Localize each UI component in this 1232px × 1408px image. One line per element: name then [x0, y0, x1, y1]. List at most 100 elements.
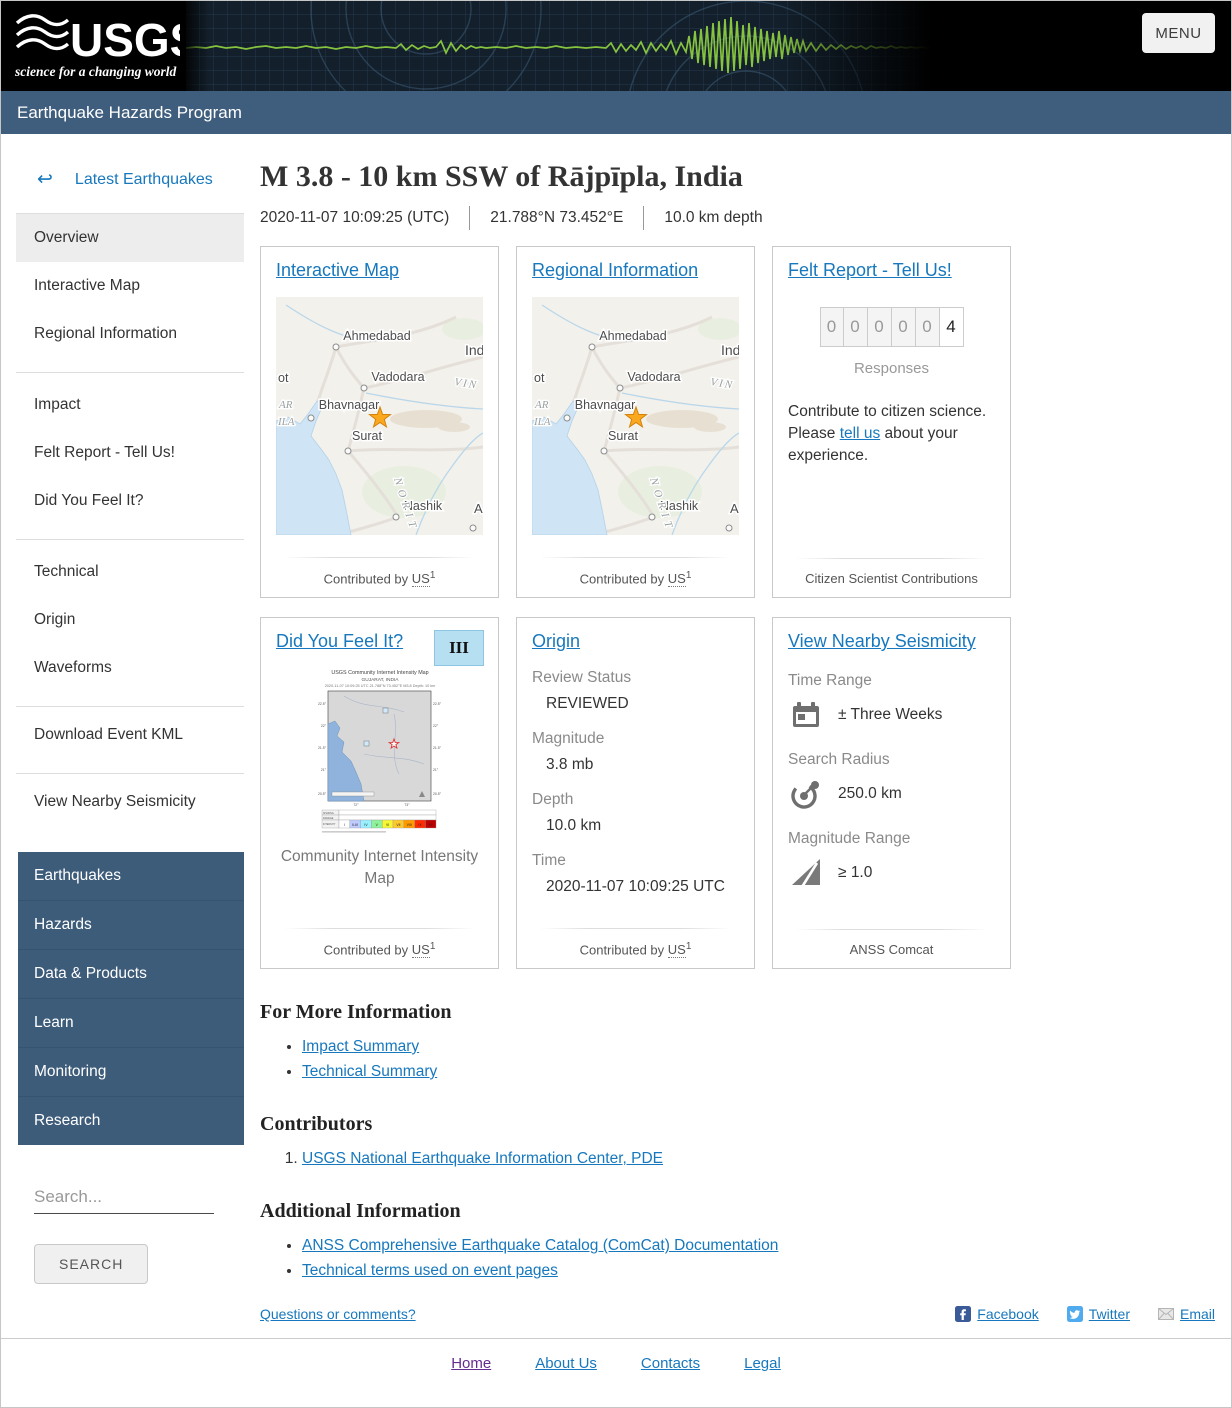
sidebar-item-interactive-map[interactable]: Interactive Map — [16, 262, 244, 310]
contributors-heading: Contributors — [260, 1113, 373, 1135]
calendar-icon — [793, 702, 819, 727]
list-item: Technical terms used on event pages — [302, 1262, 1215, 1280]
comcat-documentation-link[interactable]: ANSS Comprehensive Earthquake Catalog (C… — [302, 1237, 778, 1254]
divider — [469, 206, 471, 230]
card-footer: Contributed by US1 — [276, 557, 483, 587]
region-map-image — [532, 297, 739, 535]
sidebar-item-felt-report[interactable]: Felt Report - Tell Us! — [16, 429, 244, 477]
footer-legal-link[interactable]: Legal — [744, 1355, 781, 1372]
facebook-link[interactable]: Facebook — [955, 1306, 1039, 1322]
dyfi-caption: Community Internet Intensity Map — [280, 848, 479, 887]
page-bottom-row: Questions or comments? Facebook Twitter … — [260, 1306, 1215, 1322]
footer-about-us-link[interactable]: About Us — [535, 1355, 597, 1372]
card-footer: Contributed by US1 — [276, 928, 483, 958]
technical-summary-link[interactable]: Technical Summary — [302, 1063, 437, 1080]
divider — [16, 773, 244, 774]
back-to-latest-earthquakes-link[interactable]: ↩ Latest Earthquakes — [1, 160, 244, 199]
contributor-us-link[interactable]: US — [667, 942, 686, 958]
magnitude-range-row: ≥ 1.0 — [790, 857, 995, 889]
event-time: 2020-11-07 10:09:25 (UTC) — [260, 209, 450, 226]
event-coordinates: 21.788°N 73.452°E — [490, 209, 624, 226]
nav-item-earthquakes[interactable]: Earthquakes — [18, 852, 244, 900]
menu-button[interactable]: MENU — [1142, 13, 1215, 53]
sidebar-item-technical[interactable]: Technical — [16, 548, 244, 596]
sidebar-item-impact[interactable]: Impact — [16, 381, 244, 429]
divider — [16, 539, 244, 540]
nav-item-monitoring[interactable]: Monitoring — [18, 1047, 244, 1096]
region-map-image — [276, 297, 483, 535]
contributor-us-link[interactable]: US — [411, 571, 430, 587]
responses-label: Responses — [853, 360, 930, 377]
search-input[interactable] — [34, 1183, 214, 1214]
nav-item-hazards[interactable]: Hazards — [18, 900, 244, 949]
nav-item-research[interactable]: Research — [18, 1096, 244, 1145]
contributor-us-link[interactable]: US — [411, 942, 430, 958]
did-you-feel-it-link[interactable]: Did You Feel It? — [276, 631, 403, 651]
footer-home-link[interactable]: Home — [451, 1355, 491, 1372]
magnitude-triangle-icon — [792, 859, 820, 888]
interactive-map-link[interactable]: Interactive Map — [276, 260, 399, 280]
sidebar-item-regional-information[interactable]: Regional Information — [16, 310, 244, 358]
sidebar-item-view-nearby-seismicity[interactable]: View Nearby Seismicity — [16, 778, 244, 826]
card-footer: ANSS Comcat — [788, 929, 995, 957]
origin-card: Origin Review Status REVIEWED Magnitude … — [516, 617, 755, 969]
program-title: Earthquake Hazards Program — [17, 102, 242, 122]
origin-link[interactable]: Origin — [532, 631, 580, 651]
card-footer: Contributed by US1 — [532, 557, 739, 587]
contributor-us-link[interactable]: US — [667, 571, 686, 587]
neic-pde-link[interactable]: USGS National Earthquake Information Cen… — [302, 1150, 663, 1167]
nav-item-learn[interactable]: Learn — [18, 998, 244, 1047]
view-nearby-seismicity-link[interactable]: View Nearby Seismicity — [788, 631, 976, 651]
seismograph-banner-image — [186, 1, 931, 91]
impact-summary-link[interactable]: Impact Summary — [302, 1038, 419, 1055]
dyfi-intensity-map-thumbnail[interactable] — [304, 664, 456, 838]
program-bar: Earthquake Hazards Program — [1, 91, 1231, 134]
sidebar-item-download-event-kml[interactable]: Download Event KML — [16, 711, 244, 759]
sidebar-item-origin[interactable]: Origin — [16, 596, 244, 644]
card-footer: Citizen Scientist Contributions — [788, 558, 995, 586]
search-radius-row: 250.0 km — [790, 778, 995, 810]
more-info-list: Impact Summary Technical Summary — [286, 1038, 1215, 1081]
email-link[interactable]: Email — [1157, 1306, 1215, 1322]
sidebar-item-waveforms[interactable]: Waveforms — [16, 644, 244, 692]
sidebar-item-overview[interactable]: Overview — [16, 214, 244, 262]
origin-field-magnitude: Magnitude 3.8 mb — [532, 730, 605, 773]
usgs-tagline: science for a changing world — [14, 64, 177, 79]
nearby-seismicity-card: View Nearby Seismicity Time Range ± Thre… — [772, 617, 1011, 969]
technical-terms-link[interactable]: Technical terms used on event pages — [302, 1262, 558, 1279]
twitter-link[interactable]: Twitter — [1066, 1306, 1130, 1322]
usgs-logo[interactable]: USGS science for a changing world — [13, 9, 180, 83]
did-you-feel-it-card: Did You Feel It? III Community Internet … — [260, 617, 499, 969]
divider — [16, 372, 244, 373]
interactive-map-card: Interactive Map Contributed by US1 — [260, 246, 499, 598]
social-links: Facebook Twitter Email — [927, 1306, 1215, 1322]
regional-information-link[interactable]: Regional Information — [532, 260, 698, 280]
sidebar: ↩ Latest Earthquakes Overview Interactiv… — [1, 134, 244, 1322]
felt-report-text: Contribute to citizen science. Please te… — [788, 403, 987, 464]
back-arrow-icon: ↩ — [37, 169, 53, 190]
time-range-row: ± Three Weeks — [790, 699, 995, 731]
facebook-icon — [955, 1306, 972, 1322]
sidebar-item-did-you-feel-it[interactable]: Did You Feel It? — [16, 477, 244, 525]
origin-field-depth: Depth 10.0 km — [532, 791, 602, 834]
radar-icon — [791, 781, 819, 809]
regional-map-thumbnail[interactable] — [532, 297, 739, 535]
site-nav: Earthquakes Hazards Data & Products Lear… — [18, 852, 244, 1145]
nav-item-data-products[interactable]: Data & Products — [18, 949, 244, 998]
origin-field-time: Time 2020-11-07 10:09:25 UTC — [532, 852, 725, 895]
list-item: ANSS Comprehensive Earthquake Catalog (C… — [302, 1237, 1215, 1255]
main-content: M 3.8 - 10 km SSW of Rājpīpla, India 202… — [244, 134, 1231, 1322]
footer-contacts-link[interactable]: Contacts — [641, 1355, 700, 1372]
intensity-badge: III — [434, 630, 484, 666]
felt-report-link[interactable]: Felt Report - Tell Us! — [788, 260, 952, 280]
for-more-information-heading: For More Information — [260, 1001, 452, 1023]
tell-us-link[interactable]: tell us — [840, 425, 881, 442]
usgs-event-page: USGS science for a changing world — [0, 0, 1232, 1408]
divider — [16, 706, 244, 707]
interactive-map-thumbnail[interactable] — [276, 297, 483, 535]
search-button[interactable]: SEARCH — [34, 1244, 149, 1284]
questions-or-comments-link[interactable]: Questions or comments? — [260, 1306, 416, 1322]
list-item: Impact Summary — [302, 1038, 1215, 1056]
usgs-wave-icon — [15, 14, 70, 51]
event-depth: 10.0 km depth — [664, 209, 763, 226]
